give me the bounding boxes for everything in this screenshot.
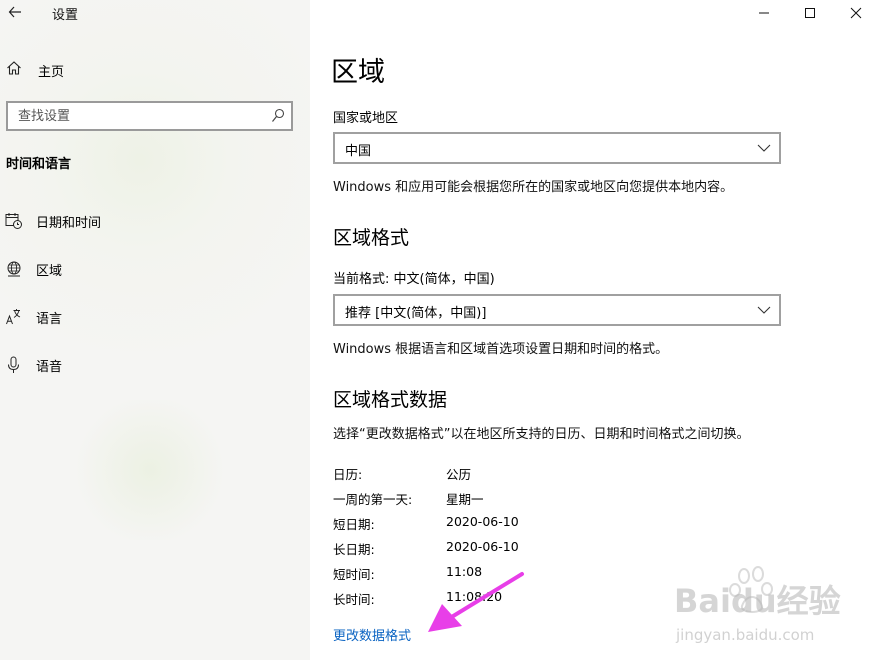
format-row-value: 星期一 bbox=[446, 492, 484, 507]
regional-format-heading: 区域格式 bbox=[333, 227, 410, 249]
sidebar-item-label: 语言 bbox=[36, 312, 63, 327]
sidebar-item-language[interactable]: 语言 bbox=[0, 302, 310, 332]
sidebar-item-region[interactable]: 区域 bbox=[0, 254, 310, 284]
regional-format-description: Windows 根据语言和区域首选项设置日期和时间的格式。 bbox=[333, 342, 669, 357]
language-icon bbox=[6, 309, 21, 325]
sidebar-item-label: 日期和时间 bbox=[36, 216, 102, 231]
microphone-icon bbox=[8, 356, 19, 373]
format-row-key: 长时间: bbox=[333, 592, 375, 607]
maximize-button[interactable] bbox=[787, 0, 833, 26]
section-title: 时间和语言 bbox=[6, 157, 72, 172]
sidebar-item-label: 语音 bbox=[36, 360, 63, 375]
sidebar-glow bbox=[70, 400, 230, 540]
sidebar-item-date-time[interactable]: 日期和时间 bbox=[0, 206, 310, 236]
close-button[interactable] bbox=[833, 0, 879, 26]
format-row-value: 公历 bbox=[446, 467, 472, 482]
country-select[interactable]: 中国 bbox=[333, 132, 781, 164]
watermark-brand: Baidu经验 bbox=[674, 582, 841, 620]
format-row-calendar: 日历: 公历 bbox=[333, 464, 733, 484]
country-description: Windows 和应用可能会根据您所在的国家或地区向您提供本地内容。 bbox=[333, 180, 734, 195]
annotation-arrow bbox=[428, 572, 524, 632]
chevron-down-icon bbox=[757, 306, 771, 314]
arrow-left-icon bbox=[8, 6, 21, 18]
sidebar: 设置 主页 时间和语言 日期和时间 区域 bbox=[0, 0, 310, 660]
current-format-label: 当前格式: 中文(简体，中国) bbox=[333, 272, 495, 287]
format-row-value: 2020-06-10 bbox=[446, 539, 519, 554]
minimize-button[interactable] bbox=[741, 0, 787, 26]
format-row-key: 短日期: bbox=[333, 517, 375, 532]
baidu-watermark: Baidu经验 jingyan.baidu.com bbox=[674, 566, 841, 644]
format-row-first-day: 一周的第一天: 星期一 bbox=[333, 489, 733, 509]
country-label: 国家或地区 bbox=[333, 111, 399, 126]
format-data-description: 选择“更改数据格式”以在地区所支持的日历、日期和时间格式之间切换。 bbox=[333, 427, 750, 442]
format-row-value: 2020-06-10 bbox=[446, 514, 519, 529]
format-data-heading: 区域格式数据 bbox=[333, 389, 448, 411]
search-box[interactable] bbox=[6, 101, 293, 131]
country-select-value: 中国 bbox=[345, 144, 372, 159]
sidebar-item-label: 主页 bbox=[38, 65, 65, 80]
format-row-key: 一周的第一天: bbox=[333, 492, 413, 507]
search-icon[interactable] bbox=[271, 108, 285, 124]
page-title: 区域 bbox=[331, 57, 385, 88]
watermark-url: jingyan.baidu.com bbox=[675, 626, 814, 644]
format-row-long-date: 长日期: 2020-06-10 bbox=[333, 539, 733, 559]
change-data-format-link[interactable]: 更改数据格式 bbox=[333, 625, 411, 644]
sidebar-item-label: 区域 bbox=[36, 264, 63, 279]
window-controls bbox=[741, 0, 879, 26]
globe-icon bbox=[7, 261, 21, 277]
home-icon bbox=[7, 61, 21, 75]
maximize-icon bbox=[805, 8, 815, 18]
regional-format-select[interactable]: 推荐 [中文(简体，中国)] bbox=[333, 294, 781, 326]
format-row-key: 短时间: bbox=[333, 567, 375, 582]
search-input[interactable] bbox=[8, 103, 258, 129]
regional-format-select-value: 推荐 [中文(简体，中国)] bbox=[345, 306, 487, 321]
close-icon bbox=[850, 7, 862, 19]
format-row-key: 日历: bbox=[333, 467, 363, 482]
app-title: 设置 bbox=[52, 8, 79, 23]
format-row-short-date: 短日期: 2020-06-10 bbox=[333, 514, 733, 534]
sidebar-item-speech[interactable]: 语音 bbox=[0, 350, 310, 380]
calendar-clock-icon bbox=[5, 213, 22, 229]
format-row-key: 长日期: bbox=[333, 542, 375, 557]
title-bar: 设置 bbox=[0, 0, 310, 26]
minimize-icon bbox=[759, 12, 769, 14]
back-button[interactable] bbox=[4, 0, 26, 24]
sidebar-item-home[interactable]: 主页 bbox=[0, 56, 310, 84]
chevron-down-icon bbox=[757, 144, 771, 152]
